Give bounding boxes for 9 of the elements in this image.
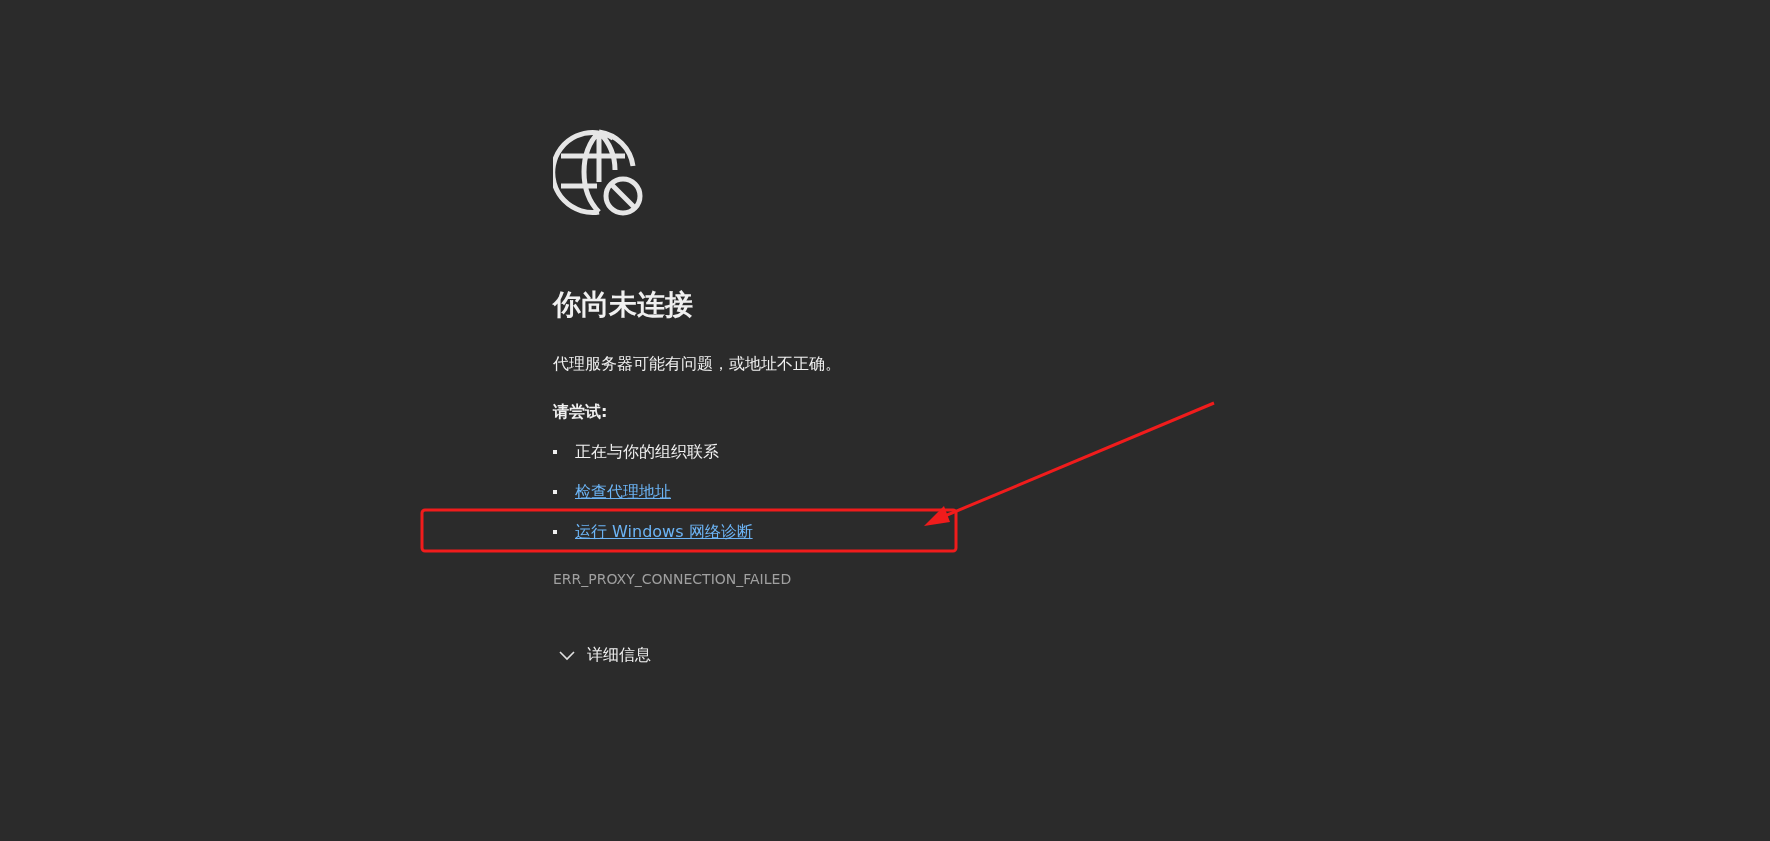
error-code: ERR_PROXY_CONNECTION_FAILED: [553, 571, 792, 587]
page-title: 你尚未连接: [553, 287, 693, 323]
suggestion-text: 正在与你的组织联系: [575, 441, 719, 463]
chevron-icon: [559, 650, 575, 661]
suggestions-heading: 请尝试:: [553, 402, 608, 423]
link[interactable]: 运行 Windows 网络诊断: [575, 521, 753, 543]
details-toggle[interactable]: 详细信息: [553, 645, 651, 666]
error-message: 代理服务器可能有问题，或地址不正确。: [553, 354, 841, 375]
link[interactable]: 检查代理地址: [575, 481, 671, 503]
